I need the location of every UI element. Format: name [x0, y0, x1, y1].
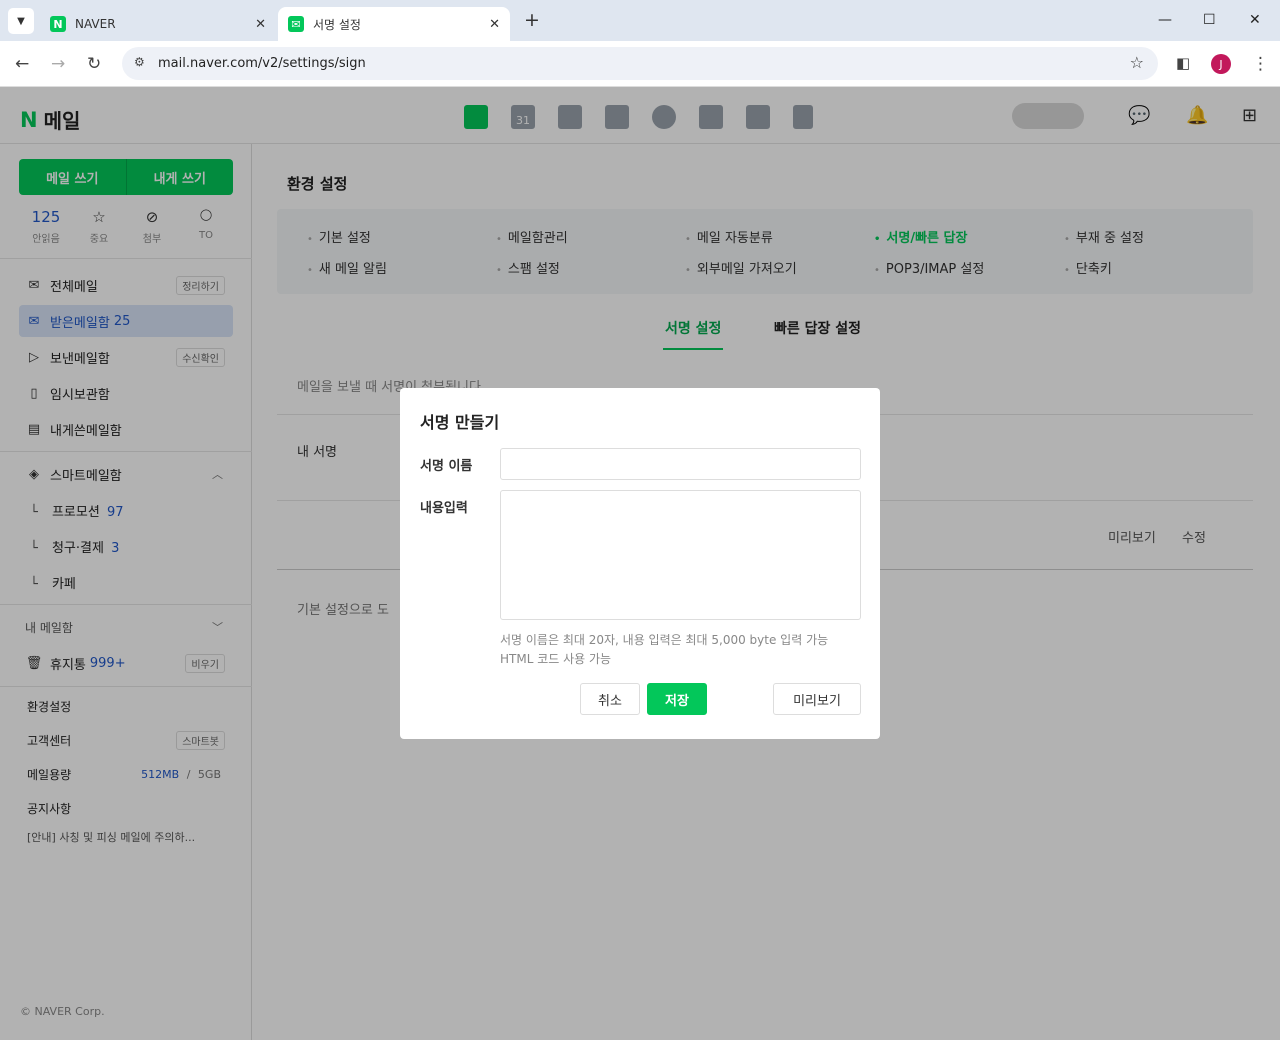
menu-kebab-icon[interactable]: ⋮	[1252, 54, 1269, 74]
tab-naver[interactable]: N NAVER ✕	[40, 7, 276, 41]
back-icon[interactable]: ←	[15, 54, 29, 74]
address-bar[interactable]: ⚙ mail.naver.com/v2/settings/sign ☆	[122, 47, 1158, 80]
tab-sign-settings[interactable]: ✉ 서명 설정 ✕	[278, 7, 510, 41]
tab-title: NAVER	[75, 17, 116, 31]
tab-search-button[interactable]: ▼	[8, 8, 34, 34]
browser-tabstrip: ▼ N NAVER ✕ ✉ 서명 설정 ✕ + — ☐ ✕	[0, 0, 1280, 41]
browser-toolbar: ← → ↻ ⚙ mail.naver.com/v2/settings/sign …	[0, 41, 1280, 87]
help-text-html: HTML 코드 사용 가능	[500, 652, 612, 666]
help-text-limits: 서명 이름은 최대 20자, 내용 입력은 최대 5,000 byte 입력 가…	[500, 633, 829, 647]
url-text: mail.naver.com/v2/settings/sign	[158, 56, 366, 71]
signature-name-input[interactable]	[500, 448, 861, 480]
window-close-icon[interactable]: ✕	[1249, 12, 1261, 28]
bookmark-star-icon[interactable]: ☆	[1130, 53, 1144, 72]
preview-button[interactable]: 미리보기	[773, 683, 861, 715]
side-panel-icon[interactable]: ◧	[1176, 54, 1190, 72]
signature-name-label: 서명 이름	[420, 459, 473, 474]
dialog-title: 서명 만들기	[420, 413, 500, 432]
mail-favicon-icon: ✉	[288, 16, 304, 32]
profile-avatar[interactable]: J	[1211, 54, 1231, 74]
minimize-icon[interactable]: —	[1158, 12, 1172, 28]
create-signature-dialog: 서명 만들기 서명 이름 내용입력 서명 이름은 최대 20자, 내용 입력은 …	[400, 388, 880, 739]
naver-favicon-icon: N	[50, 16, 66, 32]
close-tab-icon[interactable]: ✕	[255, 17, 266, 32]
maximize-icon[interactable]: ☐	[1203, 12, 1216, 28]
cancel-button[interactable]: 취소	[580, 683, 640, 715]
signature-content-textarea[interactable]	[500, 490, 861, 620]
tab-title: 서명 설정	[313, 17, 361, 32]
close-tab-icon[interactable]: ✕	[489, 17, 500, 32]
forward-icon[interactable]: →	[51, 54, 65, 74]
new-tab-button[interactable]: +	[524, 9, 540, 31]
site-info-icon[interactable]: ⚙	[134, 55, 145, 69]
save-button[interactable]: 저장	[647, 683, 707, 715]
content-label: 내용입력	[420, 501, 468, 516]
reload-icon[interactable]: ↻	[87, 54, 101, 74]
